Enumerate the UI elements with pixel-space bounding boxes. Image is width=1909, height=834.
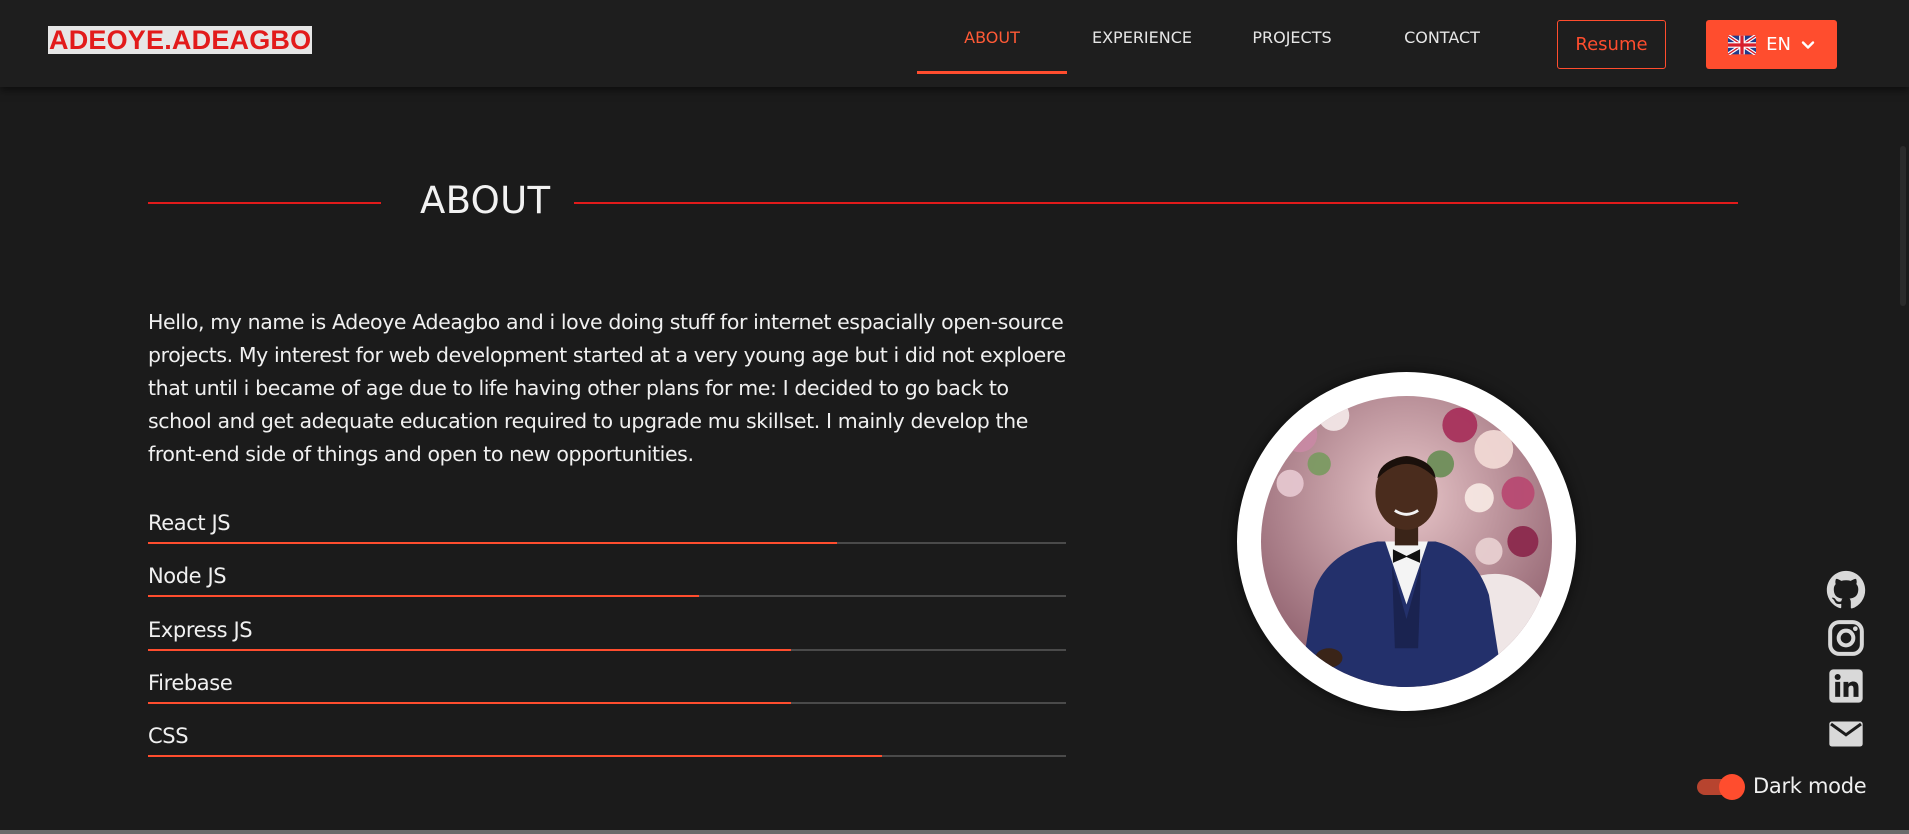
uk-flag-icon (1728, 34, 1757, 55)
skill-progress-bar (148, 648, 791, 651)
skill-label: Firebase (148, 670, 233, 695)
nav-link-about[interactable]: ABOUT (917, 0, 1067, 74)
email-icon[interactable] (1826, 714, 1866, 754)
dark-mode-toggle[interactable] (1697, 774, 1745, 800)
skill-progress-bar (148, 755, 883, 758)
about-paragraph: Hello, my name is Adeoye Adeagbo and i l… (148, 310, 1066, 466)
nav-link-projects[interactable]: PROJECTS (1217, 0, 1367, 74)
nav-links: ABOUT EXPERIENCE PROJECTS CONTACT (917, 0, 1517, 87)
social-links (1826, 570, 1868, 762)
skill-track (148, 755, 1066, 758)
nav-link-experience[interactable]: EXPERIENCE (1067, 0, 1217, 74)
navbar: ADEOYE.ADEAGBO ABOUT EXPERIENCE PROJECTS… (0, 0, 1909, 87)
linkedin-icon[interactable] (1826, 666, 1866, 706)
skill-track (148, 542, 1066, 544)
toggle-knob (1719, 774, 1745, 800)
skills-list: React JS Node JS Express JS Firebase CSS (148, 511, 1066, 777)
chevron-down-icon (1801, 40, 1815, 49)
skill-track (148, 648, 1066, 651)
skill-item: Firebase (148, 671, 1066, 724)
skill-item: Express JS (148, 618, 1066, 671)
site-logo[interactable]: ADEOYE.ADEAGBO (48, 26, 313, 54)
instagram-icon[interactable] (1826, 618, 1866, 658)
skill-progress-bar (148, 595, 699, 598)
skill-progress-bar (148, 701, 791, 704)
resume-button[interactable]: Resume (1557, 20, 1666, 69)
skill-label: Node JS (148, 564, 227, 589)
profile-photo (1237, 372, 1576, 711)
profile-photo-illustration (1261, 396, 1552, 687)
nav-link-contact[interactable]: CONTACT (1367, 0, 1517, 74)
skill-progress-bar (148, 542, 837, 544)
language-selector[interactable]: EN (1706, 20, 1837, 69)
skill-track (148, 595, 1066, 598)
skill-item: React JS (148, 511, 1066, 564)
skill-item: CSS (148, 724, 1066, 777)
skill-label: React JS (148, 511, 231, 535)
heading-line-left (148, 202, 381, 204)
skill-label: CSS (148, 724, 189, 749)
language-code: EN (1766, 34, 1791, 55)
github-icon[interactable] (1826, 570, 1866, 610)
scrollbar-thumb[interactable] (1900, 146, 1906, 306)
dark-mode-label: Dark mode (1753, 774, 1867, 798)
skill-label: Express JS (148, 617, 253, 642)
bottom-border (0, 830, 1909, 834)
section-title: ABOUT (420, 179, 551, 222)
dark-mode-control: Dark mode (1697, 774, 1867, 800)
skill-item: Node JS (148, 564, 1066, 617)
heading-line-right (574, 202, 1738, 204)
skill-track (148, 701, 1066, 704)
